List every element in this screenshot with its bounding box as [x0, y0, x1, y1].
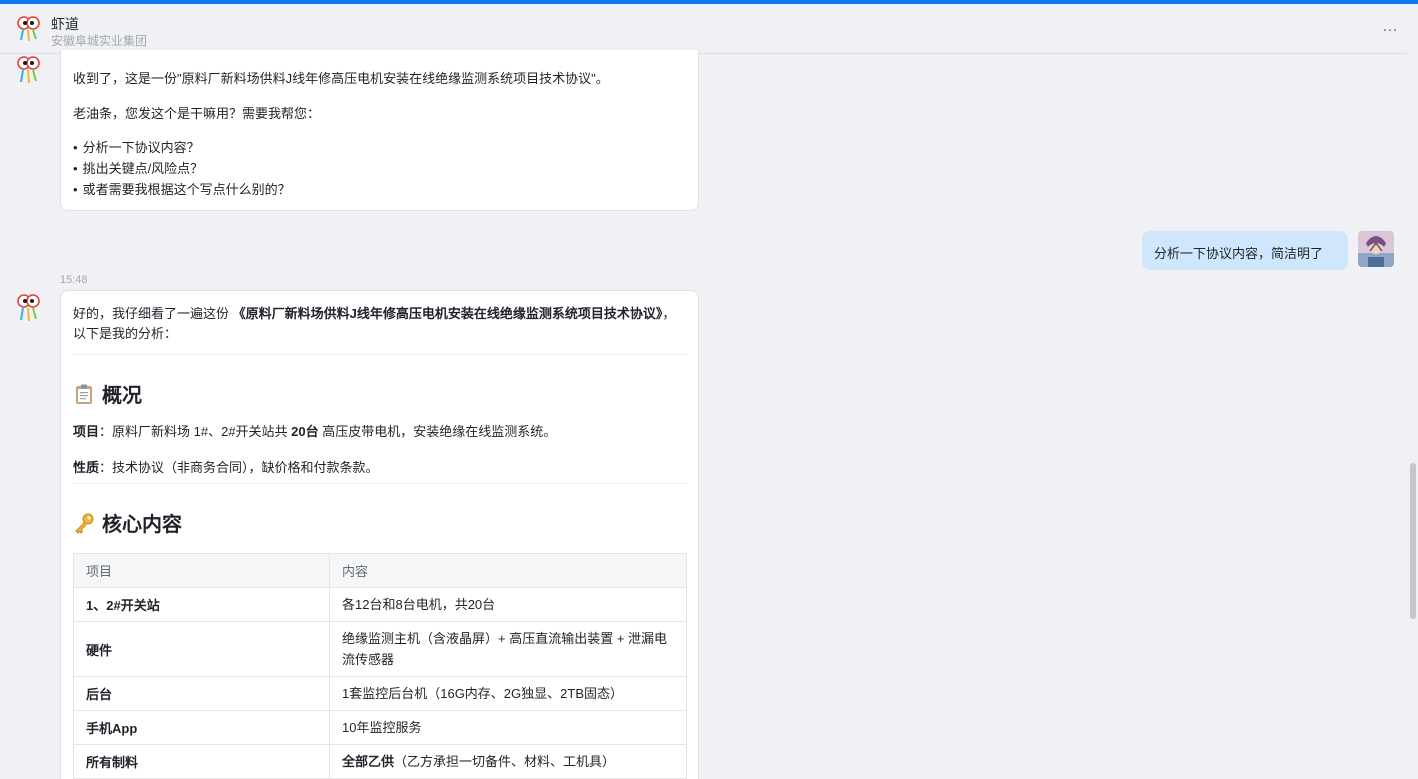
cell-text: （乙方承担一切备件、材料、工机具）: [394, 754, 616, 769]
table-cell-value: 绝缘监测主机（含液晶屏）+ 高压直流输出装置 + 泄漏电流传感器: [329, 621, 687, 677]
user-avatar-image: [1358, 231, 1394, 267]
field-text: ：技术协议（非商务合同），缺价格和付款条款。: [99, 460, 379, 475]
divider: [73, 354, 687, 355]
cell-emphasis: 全部乙供: [342, 754, 395, 769]
field-emphasis: 20台: [291, 424, 319, 439]
user-message-1: 分析一下协议内容，简洁明了: [1142, 231, 1348, 270]
table-header-cell: 内容: [329, 553, 687, 588]
field-text: 高压皮带电机，安装绝缘在线监测系统。: [318, 424, 557, 439]
table-cell-value: 10年监控服务: [329, 710, 687, 745]
table-cell-value: 各12台和8台电机，共20台: [329, 587, 687, 622]
message-timestamp: 15:48: [60, 274, 88, 286]
table-cell-value: 1套监控后台机（16G内存、2G独显、2TB固态）: [329, 676, 687, 711]
scrollbar-track[interactable]: [1407, 4, 1418, 779]
list-item: 或者需要我根据这个写点什么别的？: [73, 179, 291, 198]
document-title: 《原料厂新料场供料J线年修高压电机安装在线绝缘监测系统项目技术协议》: [232, 306, 663, 321]
field-text: ：原料厂新料场 1#、2#开关站共: [99, 424, 292, 439]
message-text: 收到了，这是一份"原料厂新料场供料J线年修高压电机安装在线绝缘监测系统项目技术协…: [73, 71, 609, 86]
section-heading-overview: 概况: [73, 379, 142, 408]
field-label: 性质: [73, 460, 100, 475]
clipboard-icon: [76, 384, 92, 404]
message-intro: 好的，我仔细看了一遍这份 《原料厂新料场供料J线年修高压电机安装在线绝缘监测系统…: [73, 304, 687, 344]
table-cell-key: 所有制料: [73, 744, 330, 779]
list-item: 分析一下协议内容？: [73, 137, 200, 156]
user-avatar: [1358, 231, 1394, 267]
table-cell-key: 1、2#开关站: [73, 587, 330, 622]
table-row: 所有制料 全部乙供（乙方承担一切备件、材料、工机具）: [73, 744, 687, 779]
core-content-table: 项目 内容 1、2#开关站 各12台和8台电机，共20台 硬件 绝缘监测主机（含…: [73, 553, 687, 779]
table-cell-key: 手机App: [73, 710, 330, 745]
bot-message-2: 好的，我仔细看了一遍这份 《原料厂新料场供料J线年修高压电机安装在线绝缘监测系统…: [60, 290, 699, 779]
app-logo-icon: [17, 16, 40, 42]
chat-header: 虾道 安徽阜城实业集团 …: [0, 4, 1407, 54]
heading-text: 核心内容: [102, 514, 182, 536]
bot-avatar-icon: [17, 294, 40, 322]
bot-message-1: 收到了，这是一份"原料厂新料场供料J线年修高压电机安装在线绝缘监测系统项目技术协…: [60, 50, 699, 211]
table-row: 硬件 绝缘监测主机（含液晶屏）+ 高压直流输出装置 + 泄漏电流传感器: [73, 621, 687, 677]
table-cell-value: 全部乙供（乙方承担一切备件、材料、工机具）: [329, 744, 687, 779]
intro-text: 好的，我仔细看了一遍这份: [73, 306, 233, 321]
message-text: 老油条，您发这个是干嘛用？需要我帮您：: [73, 106, 321, 121]
more-options-icon[interactable]: …: [1382, 18, 1399, 36]
chat-title: 虾道: [51, 16, 79, 32]
table-header-cell: 项目: [73, 553, 330, 588]
nature-line: 性质：技术协议（非商务合同），缺价格和付款条款。: [73, 457, 379, 476]
divider: [73, 483, 687, 484]
table-row: 手机App 10年监控服务: [73, 710, 687, 745]
chat-subtitle: 安徽阜城实业集团: [51, 34, 148, 48]
key-icon: [75, 513, 94, 534]
scrollbar-thumb[interactable]: [1410, 463, 1416, 619]
table-row: 后台 1套监控后台机（16G内存、2G独显、2TB固态）: [73, 676, 687, 711]
table-cell-key: 后台: [73, 676, 330, 711]
bot-avatar-icon: [17, 56, 40, 84]
project-line: 项目：原料厂新料场 1#、2#开关站共 20台 高压皮带电机，安装绝缘在线监测系…: [73, 421, 556, 440]
table-header-row: 项目 内容: [73, 553, 687, 588]
list-item: 挑出关键点/风险点？: [73, 158, 204, 177]
heading-text: 概况: [102, 385, 142, 407]
table-cell-key: 硬件: [73, 621, 330, 677]
field-label: 项目: [73, 424, 100, 439]
section-heading-core: 核心内容: [73, 508, 182, 537]
table-row: 1、2#开关站 各12台和8台电机，共20台: [73, 587, 687, 622]
